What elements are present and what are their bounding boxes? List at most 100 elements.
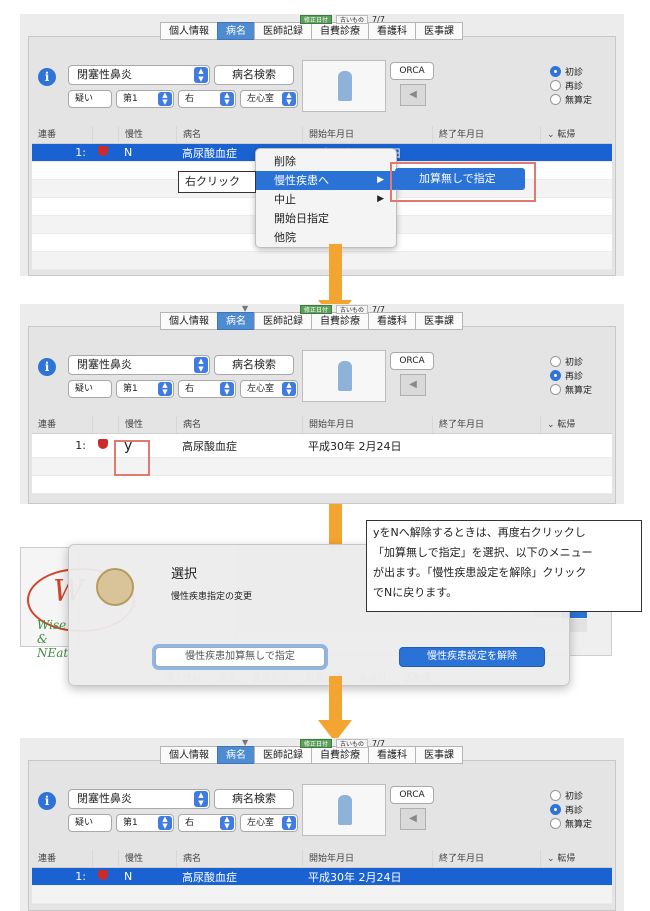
col-name[interactable]: 病名 [176, 416, 302, 433]
col-outcome[interactable]: ⌄ 転帰 [540, 850, 604, 867]
stepper-icon[interactable]: ▲ ▼ [194, 791, 208, 807]
col-end[interactable]: 終了年月日 [432, 126, 540, 143]
stepper-icon[interactable]: ▲ ▼ [158, 816, 172, 830]
col-chronic[interactable]: 慢性 [118, 416, 176, 433]
col-start[interactable]: 開始年月日 [302, 850, 432, 867]
diagnosis-select[interactable]: 閉塞性鼻炎 ▲ ▼ [68, 355, 210, 375]
tab-doctor-record[interactable]: 医師記録 [254, 22, 312, 40]
radio-revisit[interactable]: 再診 [550, 368, 592, 382]
radio-no-charge[interactable]: 無算定 [550, 816, 592, 830]
suspect-select[interactable]: 疑い [68, 814, 112, 832]
room-select[interactable]: 左心室 ▲ ▼ [240, 380, 298, 398]
col-outcome[interactable]: ⌄ 転帰 [540, 126, 604, 143]
tab-nursing[interactable]: 看護科 [368, 22, 416, 40]
orca-button[interactable]: ORCA [390, 786, 434, 804]
tab-doctor-record[interactable]: 医師記録 [254, 312, 312, 330]
diagnosis-select[interactable]: 閉塞性鼻炎 ▲ ▼ [68, 789, 210, 809]
tab-doctor-record[interactable]: 医師記録 [254, 746, 312, 764]
orca-button[interactable]: ORCA [390, 352, 434, 370]
chip-old[interactable]: 古いもの [336, 738, 369, 748]
radio-revisit[interactable]: 再診 [550, 802, 592, 816]
col-start[interactable]: 開始年月日 [302, 126, 432, 143]
col-name[interactable]: 病名 [176, 126, 302, 143]
chip-old[interactable]: 古いもの [336, 304, 369, 314]
col-chronic[interactable]: 慢性 [118, 850, 176, 867]
table-row[interactable]: 1: N 高尿酸血症 平成30年 2月24日 [32, 868, 612, 886]
col-start[interactable]: 開始年月日 [302, 416, 432, 433]
table-row[interactable] [32, 886, 612, 904]
col-number[interactable]: 連番 [32, 416, 92, 433]
menu-item-chronic[interactable]: 慢性疾患へ ▶ [256, 171, 396, 190]
chip-modified[interactable]: 修正日付 [300, 304, 333, 314]
side-select[interactable]: 右 ▲ ▼ [178, 814, 236, 832]
stepper-icon[interactable]: ▲ ▼ [220, 92, 234, 106]
radio-no-charge[interactable]: 無算定 [550, 382, 592, 396]
stepper-icon[interactable]: ▲ ▼ [158, 92, 172, 106]
col-outcome[interactable]: ⌄ 転帰 [540, 416, 604, 433]
body-picture[interactable] [302, 350, 386, 402]
radio-first-visit[interactable]: 初診 [550, 354, 592, 368]
orca-button[interactable]: ORCA [390, 62, 434, 80]
tab-diagnosis[interactable]: 病名 [217, 312, 255, 330]
side-select[interactable]: 右 ▲ ▼ [178, 90, 236, 108]
suspect-select[interactable]: 疑い [68, 380, 112, 398]
tab-medical-affairs[interactable]: 医事課 [415, 22, 463, 40]
tab-self-pay[interactable]: 自費診療 [311, 746, 369, 764]
col-name[interactable]: 病名 [176, 850, 302, 867]
tab-personal[interactable]: 個人情報 [160, 312, 218, 330]
menu-item-start-date[interactable]: 開始日指定 [256, 209, 396, 228]
body-picture[interactable] [302, 60, 386, 112]
order-select[interactable]: 第1 ▲ ▼ [116, 90, 174, 108]
chip-old[interactable]: 古いもの [336, 14, 369, 24]
suspect-select[interactable]: 疑い [68, 90, 112, 108]
tab-diagnosis[interactable]: 病名 [217, 22, 255, 40]
stepper-icon[interactable]: ▲ ▼ [158, 382, 172, 396]
orca-icon[interactable]: ◀ [400, 84, 426, 106]
tab-personal[interactable]: 個人情報 [160, 22, 218, 40]
search-button[interactable]: 病名検索 [214, 355, 294, 375]
radio-first-visit[interactable]: 初診 [550, 788, 592, 802]
body-picture[interactable] [302, 784, 386, 836]
stepper-icon[interactable]: ▲ ▼ [282, 92, 296, 106]
radio-no-charge[interactable]: 無算定 [550, 92, 592, 106]
col-number[interactable]: 連番 [32, 126, 92, 143]
col-chronic[interactable]: 慢性 [118, 126, 176, 143]
chip-modified[interactable]: 修正日付 [300, 738, 333, 748]
room-select[interactable]: 左心室 ▲ ▼ [240, 90, 298, 108]
side-select[interactable]: 右 ▲ ▼ [178, 380, 236, 398]
no-addition-button[interactable]: 慢性疾患加算無しで指定 [155, 647, 325, 667]
tab-diagnosis[interactable]: 病名 [217, 746, 255, 764]
info-icon[interactable]: i [38, 68, 56, 86]
col-end[interactable]: 終了年月日 [432, 850, 540, 867]
menu-item-delete[interactable]: 削除 [256, 152, 396, 171]
chip-modified[interactable]: 修正日付 [300, 14, 333, 24]
tab-self-pay[interactable]: 自費診療 [311, 312, 369, 330]
stepper-icon[interactable]: ▲ ▼ [220, 382, 234, 396]
search-button[interactable]: 病名検索 [214, 65, 294, 85]
col-number[interactable]: 連番 [32, 850, 92, 867]
tab-nursing[interactable]: 看護科 [368, 746, 416, 764]
tab-personal[interactable]: 個人情報 [160, 746, 218, 764]
stepper-icon[interactable]: ▲ ▼ [220, 816, 234, 830]
info-icon[interactable]: i [38, 358, 56, 376]
stepper-icon[interactable]: ▲ ▼ [282, 382, 296, 396]
tab-self-pay[interactable]: 自費診療 [311, 22, 369, 40]
tab-medical-affairs[interactable]: 医事課 [415, 312, 463, 330]
tab-nursing[interactable]: 看護科 [368, 312, 416, 330]
stepper-icon[interactable]: ▲ ▼ [194, 67, 208, 83]
release-chronic-button[interactable]: 慢性疾患設定を解除 [399, 647, 545, 667]
orca-icon[interactable]: ◀ [400, 808, 426, 830]
room-select[interactable]: 左心室 ▲ ▼ [240, 814, 298, 832]
info-icon[interactable]: i [38, 792, 56, 810]
orca-icon[interactable]: ◀ [400, 374, 426, 396]
radio-first-visit[interactable]: 初診 [550, 64, 592, 78]
table-row[interactable] [32, 476, 612, 494]
stepper-icon[interactable]: ▲ ▼ [194, 357, 208, 373]
diagnosis-select[interactable]: 閉塞性鼻炎 ▲ ▼ [68, 65, 210, 85]
search-button[interactable]: 病名検索 [214, 789, 294, 809]
menu-item-stop[interactable]: 中止 ▶ [256, 190, 396, 209]
tab-medical-affairs[interactable]: 医事課 [415, 746, 463, 764]
order-select[interactable]: 第1 ▲ ▼ [116, 814, 174, 832]
radio-revisit[interactable]: 再診 [550, 78, 592, 92]
order-select[interactable]: 第1 ▲ ▼ [116, 380, 174, 398]
